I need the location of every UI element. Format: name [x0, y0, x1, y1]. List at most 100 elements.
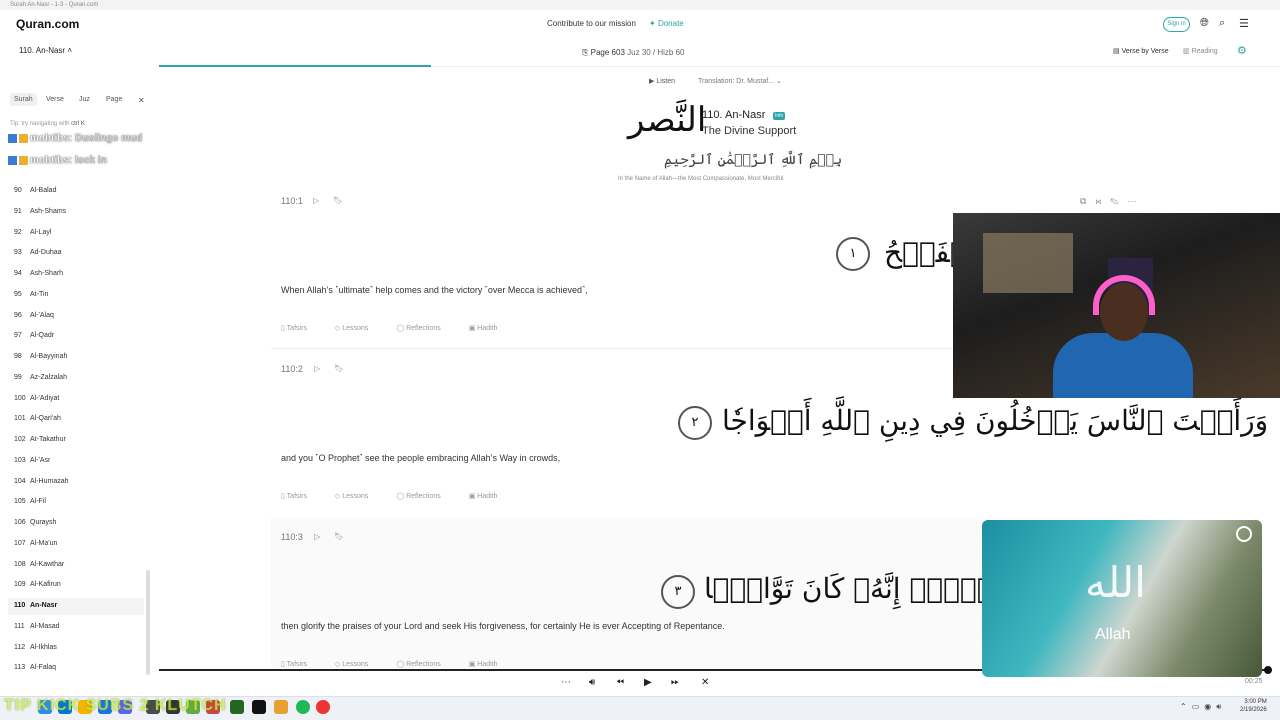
reflections-link[interactable]: ◯ Reflections — [396, 661, 454, 668]
sidebar-item-al-alaq[interactable]: 96 Al-'Alaq — [14, 309, 54, 323]
verse-key[interactable]: 110:1 — [281, 196, 303, 206]
surah-name: Quraysh — [30, 519, 57, 526]
bookmark-icon[interactable]: 🔖︎ — [334, 532, 344, 541]
note-icon[interactable]: ✎ — [1110, 196, 1127, 206]
reading-toggle[interactable]: ▥ Reading — [1183, 47, 1218, 55]
sidebar-item-ash-sharh[interactable]: 94 Ash-Sharh — [14, 267, 63, 281]
audio-progress-handle[interactable] — [1264, 666, 1272, 674]
tab-surah[interactable]: Surah — [10, 93, 37, 106]
bookmark-icon[interactable]: 🔖︎ — [333, 196, 343, 205]
play-button-icon[interactable]: ▶ — [644, 677, 652, 688]
sidebar-item-quraysh[interactable]: 106 Quraysh — [14, 516, 56, 530]
surah-subtitle: The Divine Support — [702, 125, 797, 137]
sidebar-item-al-ma-un[interactable]: 107 Al-Ma'un — [14, 537, 57, 551]
sidebar-item-al-ikhlas[interactable]: 112 Al-Ikhlas — [14, 641, 57, 655]
app-icon[interactable] — [230, 700, 244, 714]
record-icon[interactable] — [316, 700, 330, 714]
listen-button[interactable]: ▶ Listen — [649, 77, 675, 85]
close-player-icon[interactable]: ✕ — [701, 677, 709, 688]
sidebar-item-al-qadr[interactable]: 97 Al-Qadr — [14, 329, 54, 343]
bookmark-icon[interactable]: 🔖︎ — [334, 364, 344, 373]
play-icon[interactable]: ▷ — [314, 532, 320, 541]
sidebar-item-ad-duhaa[interactable]: 93 Ad-Duhaa — [14, 246, 62, 260]
tab-verse[interactable]: Verse — [42, 93, 68, 106]
sidebar-item-az-zalzalah[interactable]: 99 Az-Zalzalah — [14, 371, 67, 385]
fast-forward-icon[interactable]: ⏩︎ — [671, 677, 679, 688]
translation-label: Translation: Dr. Mustaf... — [698, 78, 774, 85]
tab-juz[interactable]: Juz — [75, 93, 94, 106]
globe-icon[interactable]: 🌐︎ — [1200, 17, 1209, 30]
tafsirs-link[interactable]: ▯ Tafsirs — [281, 493, 321, 500]
surah-number: 90 — [14, 187, 22, 194]
tab-page[interactable]: Page — [102, 93, 126, 106]
sidebar-item-al-falaq[interactable]: 113 Al-Falaq — [14, 661, 56, 675]
system-clock[interactable]: 3:00 PM 2/19/2026 — [1240, 698, 1267, 714]
lessons-link[interactable]: ◇ Lessons — [335, 325, 382, 332]
site-logo[interactable]: Quran.com — [16, 17, 79, 31]
overlay-label: Allah — [1095, 626, 1131, 643]
chat-badge-icon — [19, 155, 28, 165]
more-icon[interactable]: ⋯ — [1127, 196, 1145, 206]
volume-icon[interactable]: 🔊︎ — [589, 677, 595, 688]
signin-button[interactable]: Sign in — [1163, 17, 1190, 32]
share-icon[interactable]: ⋈ — [1095, 196, 1110, 206]
sidebar-item-al-masad[interactable]: 111 Al-Masad — [14, 620, 60, 634]
surah-number: 103 — [14, 456, 26, 464]
obs-icon[interactable] — [252, 700, 266, 714]
sidebar-item-ash-shams[interactable]: 91 Ash-Shams — [14, 205, 66, 219]
sidebar-item-al-kawthar[interactable]: 108 Al-Kawthar — [14, 558, 64, 572]
reflections-link[interactable]: ◯ Reflections — [396, 325, 454, 332]
verse-actions: ▯ Tafsirs ◇ Lessons ◯ Reflections ▣ Hadith — [281, 660, 526, 668]
surah-selector[interactable]: 110. An-Nasr ˄ — [19, 46, 72, 55]
verse-actions: ▯ Tafsirs ◇ Lessons ◯ Reflections ▣ Hadith — [281, 324, 526, 332]
verse-by-verse-toggle[interactable]: ▤ Verse by Verse — [1113, 47, 1169, 55]
sidebar-item-al-bayyinah[interactable]: 98 Al-Bayyinah — [14, 350, 67, 364]
verse-key[interactable]: 110:3 — [281, 532, 303, 542]
translation-selector[interactable]: Translation: Dr. Mustaf... ⌄ — [698, 77, 782, 85]
tafsirs-link[interactable]: ▯ Tafsirs — [281, 325, 321, 332]
surah-info-badge[interactable]: Info — [773, 112, 786, 120]
sidebar-item-an-nasr[interactable]: 110 An-Nasr — [14, 599, 57, 613]
sidebar-scrollbar[interactable] — [146, 570, 150, 675]
sidebar-item-al-layl[interactable]: 92 Al-Layl — [14, 226, 51, 240]
play-icon[interactable]: ▷ — [313, 196, 319, 205]
surah-number: 102 — [14, 436, 26, 443]
sidebar-item-at-tin[interactable]: 95 At-Tin — [14, 288, 48, 302]
settings-gear-icon[interactable]: ⚙ — [1237, 44, 1247, 57]
system-tray[interactable]: ⌃▭◉🔊︎ — [1180, 702, 1226, 712]
reflections-link[interactable]: ◯ Reflections — [396, 493, 454, 500]
surah-name: Ash-Shams — [30, 207, 67, 215]
play-icon[interactable]: ▷ — [314, 364, 320, 373]
surah-name: Al-'Asr — [30, 456, 51, 464]
sidebar-item-al-fil[interactable]: 105 Al-Fil — [14, 495, 46, 509]
lessons-link[interactable]: ◇ Lessons — [335, 493, 382, 500]
sidebar-item-al-adiyat[interactable]: 100 Al-'Adiyat — [14, 392, 59, 406]
contribute-text[interactable]: Contribute to our mission — [547, 19, 636, 28]
donate-button[interactable]: ✦ Donate — [649, 19, 684, 28]
surah-name: Al-Ma'un — [30, 539, 58, 547]
tafsirs-link[interactable]: ▯ Tafsirs — [281, 661, 321, 668]
verse-key[interactable]: 110:2 — [281, 364, 303, 374]
surah-name: Ash-Sharh — [30, 270, 64, 277]
hadith-link[interactable]: ▣ Hadith — [469, 661, 512, 668]
app-icon[interactable] — [274, 700, 288, 714]
sidebar-item-al-qari-ah[interactable]: 101 Al-Qari'ah — [14, 412, 61, 426]
sidebar-item-al-asr[interactable]: 103 Al-'Asr — [14, 454, 50, 468]
hadith-link[interactable]: ▣ Hadith — [469, 493, 512, 500]
more-options-icon[interactable]: ⋯ — [561, 677, 571, 688]
bookmark-icon[interactable]: ⎘ — [582, 48, 588, 57]
spotify-icon[interactable] — [296, 700, 310, 714]
copy-icon[interactable]: ⧉ — [1080, 196, 1095, 206]
verse-divider — [271, 348, 982, 349]
sidebar-item-at-takathur[interactable]: 102 At-Takathur — [14, 433, 66, 447]
sidebar-item-al-kafirun[interactable]: 109 Al-Kafirun — [14, 578, 61, 592]
search-icon[interactable]: ⌕ — [1219, 17, 1225, 30]
close-icon[interactable]: ✕ — [134, 93, 149, 108]
menu-icon[interactable]: ☰ — [1239, 17, 1249, 30]
sidebar-item-al-humazah[interactable]: 104 Al-Humazah — [14, 475, 69, 489]
rewind-icon[interactable]: ⏪︎ — [616, 677, 624, 688]
surah-name: Al-Ikhlas — [30, 643, 57, 651]
lessons-link[interactable]: ◇ Lessons — [335, 661, 382, 668]
hadith-link[interactable]: ▣ Hadith — [469, 325, 512, 332]
sidebar-item-al-balad[interactable]: 90 Al-Balad — [14, 184, 56, 198]
